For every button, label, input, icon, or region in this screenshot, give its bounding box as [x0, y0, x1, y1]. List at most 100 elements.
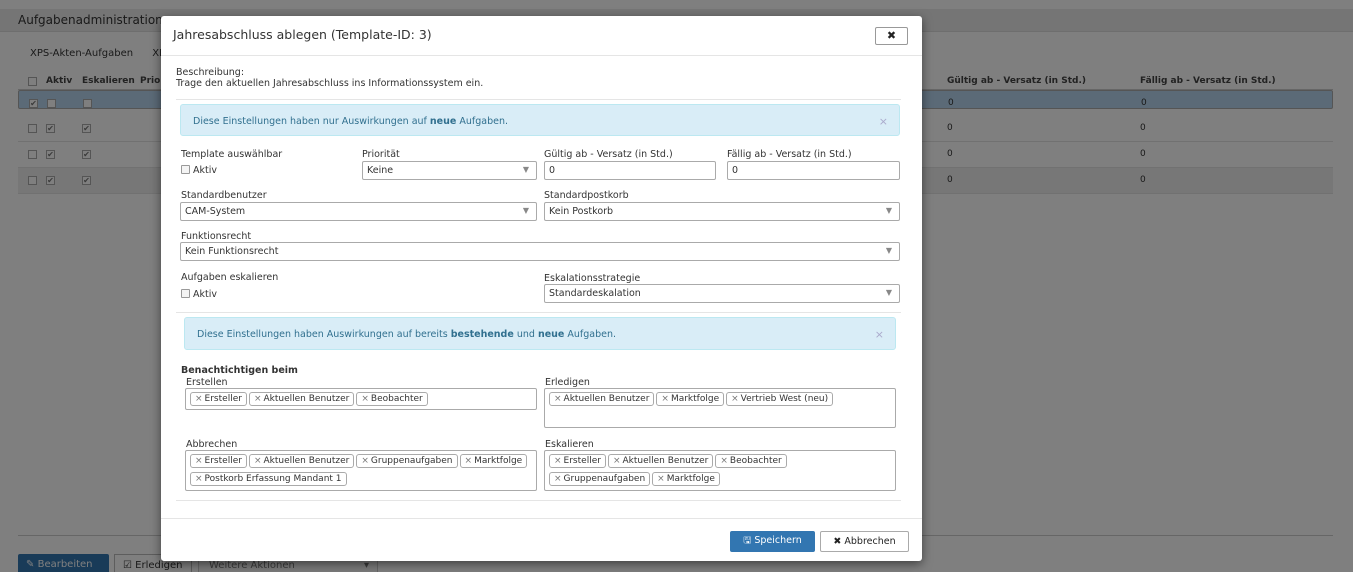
tag-label: Vertrieb West (neu) — [740, 394, 829, 404]
default-mailbox-label: Standardpostkorb — [544, 190, 629, 201]
tag-chip[interactable]: × Postkorb Erfassung Mandant 1 — [190, 472, 347, 486]
default-mailbox-value: Kein Postkorb — [549, 206, 614, 217]
alert-text: Diese Einstellungen haben Auswirkungen a… — [197, 329, 451, 340]
tag-label: Marktfolge — [670, 394, 720, 404]
priority-label: Priorität — [362, 149, 400, 160]
chevron-down-icon: ▼ — [522, 206, 529, 215]
info-alert-new: Diese Einstellungen haben nur Auswirkung… — [180, 104, 900, 136]
chevron-down-icon: ▼ — [885, 206, 892, 215]
divider — [176, 99, 901, 100]
notify-create-multiselect[interactable]: × Ersteller × Aktuellen Benutzer × Beobachter — [185, 388, 537, 410]
function-right-value: Kein Funktionsrecht — [185, 246, 279, 257]
tag-chip[interactable]: × Gruppenaufgaben — [356, 454, 458, 468]
priority-select[interactable]: Keine ▼ — [362, 161, 537, 180]
tag-chip[interactable]: × Marktfolge — [656, 392, 725, 406]
remove-icon[interactable]: × — [195, 474, 203, 484]
tag-label: Ersteller — [563, 456, 601, 466]
remove-icon[interactable]: × — [554, 474, 562, 484]
tag-label: Aktuellen Benutzer — [622, 456, 709, 466]
tag-label: Ersteller — [204, 394, 242, 404]
description-text: Trage den aktuellen Jahresabschluss ins … — [176, 78, 484, 89]
tag-chip[interactable]: × Marktfolge — [459, 454, 528, 468]
chevron-down-icon: ▼ — [522, 165, 529, 174]
default-user-label: Standardbenutzer — [181, 190, 267, 201]
valid-offset-input[interactable]: 0 — [544, 161, 716, 180]
template-selectable-checkbox[interactable] — [181, 165, 190, 174]
cancel-button-label: Abbrechen — [844, 536, 896, 547]
tag-chip[interactable]: × Aktuellen Benutzer — [248, 392, 355, 406]
alert-text: Aufgaben. — [456, 116, 508, 127]
description-label: Beschreibung: — [176, 67, 245, 78]
tag-label: Beobachter — [370, 394, 423, 404]
tag-label: Gruppenaufgaben — [370, 456, 453, 466]
notify-create-label: Erstellen — [186, 377, 228, 388]
dismiss-icon[interactable]: × — [875, 328, 884, 341]
tag-chip[interactable]: × Vertrieb West (neu) — [726, 392, 834, 406]
tag-label: Ersteller — [204, 456, 242, 466]
notify-cancel-multiselect[interactable]: × Ersteller × Aktuellen Benutzer × Gruppenauf… — [185, 450, 537, 491]
notify-complete-multiselect[interactable]: × Aktuellen Benutzer × Marktfolge × Vertrieb … — [544, 388, 896, 428]
escalation-strategy-select[interactable]: Standardeskalation ▼ — [544, 284, 900, 303]
tag-chip[interactable]: × Beobachter — [715, 454, 787, 468]
alert-bold: bestehende — [450, 329, 514, 340]
tag-label: Aktuellen Benutzer — [263, 456, 350, 466]
alert-text: und — [513, 329, 538, 340]
remove-icon[interactable]: × — [657, 474, 665, 484]
escalate-aktiv-label: Aktiv — [193, 289, 217, 300]
tag-label: Marktfolge — [666, 474, 715, 484]
due-offset-input[interactable]: 0 — [727, 161, 900, 180]
tag-chip[interactable]: × Gruppenaufgaben — [549, 472, 651, 486]
remove-icon[interactable]: × — [361, 456, 369, 466]
tag-label: Beobachter — [729, 456, 782, 466]
alert-text: Diese Einstellungen haben nur Auswirkung… — [193, 116, 430, 127]
default-user-select[interactable]: CAM-System ▼ — [180, 202, 537, 221]
remove-icon[interactable]: × — [195, 456, 203, 466]
notify-cancel-label: Abbrechen — [186, 439, 238, 450]
tag-chip[interactable]: × Aktuellen Benutzer — [549, 392, 655, 406]
remove-icon[interactable]: × — [720, 456, 728, 466]
escalate-label: Aufgaben eskalieren — [181, 272, 279, 283]
remove-icon[interactable]: × — [554, 394, 562, 404]
remove-icon[interactable]: × — [465, 456, 473, 466]
notify-escalate-multiselect[interactable]: × Ersteller × Aktuellen Benutzer × Beobachter… — [544, 450, 896, 491]
template-dialog: Jahresabschluss ablegen (Template-ID: 3)… — [161, 16, 922, 561]
priority-value: Keine — [367, 165, 394, 176]
remove-icon[interactable]: × — [554, 456, 562, 466]
remove-icon[interactable]: × — [661, 394, 669, 404]
tag-label: Gruppenaufgaben — [563, 474, 646, 484]
escalate-checkbox[interactable] — [181, 289, 190, 298]
alert-bold: neue — [429, 116, 457, 127]
chevron-down-icon: ▼ — [885, 246, 892, 255]
remove-icon[interactable]: × — [254, 394, 262, 404]
due-offset-label: Fällig ab - Versatz (in Std.) — [727, 149, 852, 160]
function-right-select[interactable]: Kein Funktionsrecht ▼ — [180, 242, 900, 261]
close-button[interactable]: ✖ — [875, 27, 908, 45]
alert-text: Aufgaben. — [564, 329, 617, 340]
remove-icon[interactable]: × — [195, 394, 203, 404]
divider — [176, 312, 901, 313]
tag-label: Postkorb Erfassung Mandant 1 — [204, 474, 342, 484]
chevron-down-icon: ▼ — [885, 288, 892, 297]
remove-icon[interactable]: × — [613, 456, 621, 466]
default-mailbox-select[interactable]: Kein Postkorb ▼ — [544, 202, 900, 221]
cancel-button[interactable]: ✖ Abbrechen — [820, 531, 909, 552]
save-button[interactable]: 🖫 Speichern — [730, 531, 815, 552]
dismiss-icon[interactable]: × — [879, 115, 888, 128]
tag-chip[interactable]: × Beobachter — [356, 392, 428, 406]
remove-icon[interactable]: × — [361, 394, 369, 404]
remove-icon[interactable]: × — [254, 456, 262, 466]
tag-chip[interactable]: × Ersteller — [549, 454, 606, 468]
tag-chip[interactable]: × Ersteller — [190, 454, 247, 468]
tag-chip[interactable]: × Aktuellen Benutzer — [607, 454, 714, 468]
remove-icon[interactable]: × — [731, 394, 739, 404]
save-icon: 🖫 — [743, 535, 752, 546]
valid-offset-value: 0 — [549, 165, 556, 176]
escalation-strategy-label: Eskalationsstrategie — [544, 273, 641, 284]
tag-chip[interactable]: × Marktfolge — [652, 472, 720, 486]
dialog-header: Jahresabschluss ablegen (Template-ID: 3)… — [161, 16, 922, 56]
function-right-label: Funktionsrecht — [181, 231, 252, 242]
tag-chip[interactable]: × Aktuellen Benutzer — [248, 454, 355, 468]
tag-chip[interactable]: × Ersteller — [190, 392, 247, 406]
alert-bold: neue — [537, 329, 565, 340]
aktiv-label: Aktiv — [193, 165, 217, 176]
